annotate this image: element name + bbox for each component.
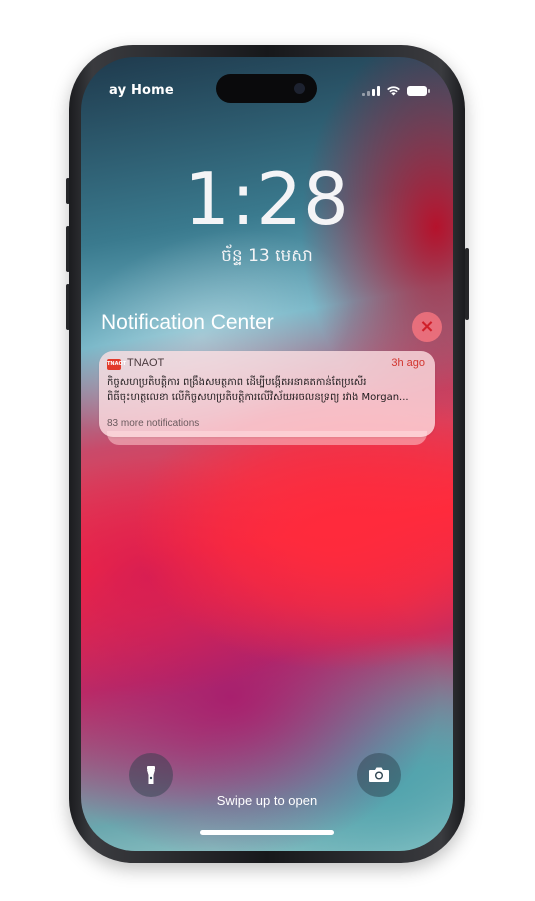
swipe-up-hint: Swipe up to open bbox=[216, 793, 318, 808]
dynamic-island bbox=[216, 74, 317, 103]
phone-frame: ay Home 1:28 ច័ន្ទ 13 មេសា Notification … bbox=[69, 45, 465, 863]
status-icons bbox=[362, 85, 430, 96]
flashlight-icon bbox=[147, 766, 155, 784]
battery-icon bbox=[407, 85, 430, 96]
lock-screen: ay Home 1:28 ច័ន្ទ 13 មេសា Notification … bbox=[81, 57, 453, 851]
flashlight-button[interactable] bbox=[129, 753, 173, 797]
notification-app-name: TNAOT bbox=[127, 357, 165, 369]
camera-button[interactable] bbox=[357, 753, 401, 797]
home-indicator[interactable] bbox=[200, 830, 334, 835]
notification-body-line2: ពិធីចុះហត្ថលេខា លើកិច្ចសហប្រតិបត្តិការលើ… bbox=[107, 392, 409, 403]
lock-date: ច័ន្ទ 13 មេសា bbox=[221, 246, 313, 266]
notification-body-line1: កិច្ចសហប្រតិបត្តិការ ពង្រឹងសមត្ថភាព ដើម្… bbox=[107, 377, 367, 388]
lock-time: 1:28 bbox=[184, 157, 350, 241]
stage: ay Home 1:28 ច័ន្ទ 13 មេសា Notification … bbox=[0, 0, 535, 901]
power-button bbox=[465, 248, 469, 320]
wifi-icon bbox=[387, 86, 400, 96]
tnaot-app-icon: TNAOT bbox=[107, 359, 126, 370]
notification-body: កិច្ចសហប្រតិបត្តិការ ពង្រឹងសមត្ថភាព ដើម្… bbox=[107, 375, 429, 405]
front-camera bbox=[294, 83, 305, 94]
camera-icon bbox=[369, 767, 389, 782]
carrier-label: ay Home bbox=[109, 83, 174, 98]
more-notifications-label[interactable]: 83 more notifications bbox=[107, 418, 199, 429]
notification-center-title: Notification Center bbox=[101, 311, 274, 334]
cellular-signal-icon bbox=[362, 85, 380, 96]
notification-time: 3h ago bbox=[391, 357, 425, 369]
notification-stack[interactable]: TNAOT TNAOT 3h ago កិច្ចសហប្រតិបត្តិការ … bbox=[99, 351, 435, 445]
notification-card[interactable]: TNAOT TNAOT 3h ago កិច្ចសហប្រតិបត្តិការ … bbox=[99, 351, 435, 437]
close-icon[interactable]: × bbox=[412, 312, 442, 342]
